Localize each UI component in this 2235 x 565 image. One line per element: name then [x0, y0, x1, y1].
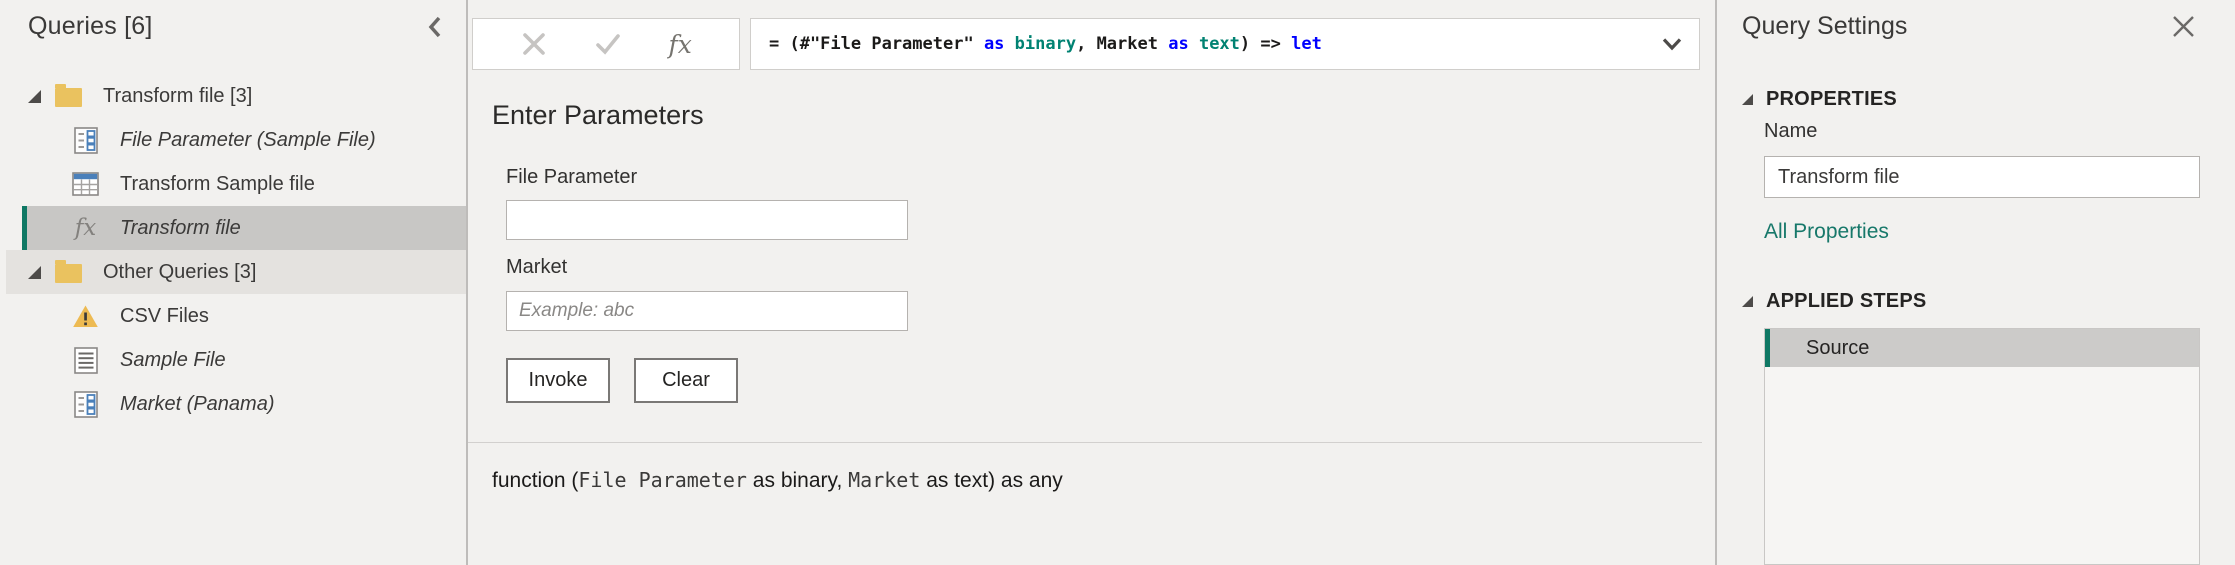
query-settings-title: Query Settings	[1742, 12, 1907, 41]
cancel-x-icon	[520, 30, 548, 58]
folder-icon	[55, 85, 82, 107]
queries-pane-header: Queries [6]	[28, 12, 450, 41]
tree-item-transform-file[interactable]: fx Transform file	[22, 206, 466, 250]
applied-steps-list: Source	[1764, 328, 2200, 565]
parameter-icon	[72, 391, 99, 418]
properties-section-header[interactable]: PROPERTIES	[1742, 88, 1897, 111]
function-signature: function (File Parameter as binary, Mark…	[492, 468, 1063, 493]
main-content: fx = (#"File Parameter" as binary, Marke…	[468, 0, 1715, 565]
tree-item-label: Transform Sample file	[120, 173, 315, 196]
tree-item-label: Transform file [3]	[103, 85, 252, 108]
name-label: Name	[1764, 120, 1817, 143]
close-icon	[2170, 13, 2197, 40]
formula-text: = (#"File Parameter" as binary, Market a…	[769, 34, 1653, 54]
close-pane-button[interactable]	[2170, 13, 2197, 40]
tree-item-other-queries-folder[interactable]: Other Queries [3]	[6, 250, 466, 294]
tree-item-transform-file-folder[interactable]: Transform file [3]	[0, 74, 466, 118]
function-fx-icon: fx	[72, 217, 99, 240]
tree-item-file-parameter[interactable]: File Parameter (Sample File)	[0, 118, 466, 162]
add-function-button[interactable]: fx	[669, 32, 692, 57]
query-settings-header: Query Settings	[1742, 12, 2205, 41]
chevron-down-icon	[1661, 37, 1683, 51]
formula-bar: fx = (#"File Parameter" as binary, Marke…	[472, 18, 1700, 70]
collapse-triangle-icon	[1742, 296, 1753, 307]
checkmark-icon	[594, 30, 622, 58]
accept-formula-button[interactable]	[594, 30, 622, 58]
power-query-editor: Queries [6] Transform file [3]	[0, 0, 2235, 565]
parameter-icon	[72, 127, 99, 154]
clear-button[interactable]: Clear	[634, 358, 738, 403]
divider	[468, 442, 1702, 443]
expand-formula-bar-button[interactable]	[1661, 37, 1683, 51]
query-settings-pane: Query Settings PROPERTIES Name All Prope…	[1715, 0, 2235, 565]
file-parameter-input[interactable]	[506, 200, 908, 240]
file-parameter-label: File Parameter	[506, 166, 637, 189]
tree-item-market-panama[interactable]: Market (Panama)	[0, 382, 466, 426]
tree-item-label: Sample File	[120, 349, 226, 372]
tree-item-label: File Parameter (Sample File)	[120, 129, 376, 152]
tree-item-label: Transform file	[120, 217, 241, 240]
queries-pane: Queries [6] Transform file [3]	[0, 0, 468, 565]
collapse-pane-button[interactable]	[426, 15, 444, 39]
tree-item-transform-sample-file[interactable]: Transform Sample file	[0, 162, 466, 206]
document-icon	[72, 347, 99, 374]
applied-steps-title: APPLIED STEPS	[1766, 290, 1926, 313]
tree-item-label: Other Queries [3]	[103, 261, 256, 284]
tree-item-sample-file[interactable]: Sample File	[0, 338, 466, 382]
table-icon	[72, 172, 99, 196]
fx-icon: fx	[669, 30, 692, 59]
collapse-triangle-icon	[1742, 94, 1753, 105]
queries-pane-title: Queries [6]	[28, 12, 152, 41]
parameter-buttons: Invoke Clear	[506, 358, 738, 403]
market-label: Market	[506, 256, 567, 279]
market-input[interactable]	[506, 291, 908, 331]
expand-triangle-icon[interactable]	[28, 90, 41, 103]
tree-item-csv-files[interactable]: CSV Files	[0, 294, 466, 338]
all-properties-link[interactable]: All Properties	[1764, 220, 1889, 244]
step-source[interactable]: Source	[1765, 329, 2199, 367]
cancel-formula-button[interactable]	[520, 30, 548, 58]
tree-item-label: Market (Panama)	[120, 393, 275, 416]
folder-icon	[55, 261, 82, 283]
properties-title: PROPERTIES	[1766, 88, 1897, 111]
tree-item-label: CSV Files	[120, 305, 209, 328]
chevron-left-icon	[426, 15, 444, 39]
warning-icon	[72, 304, 99, 329]
query-name-input[interactable]	[1764, 156, 2200, 198]
queries-tree: Transform file [3] File Parameter (Sampl…	[0, 74, 466, 426]
expand-triangle-icon[interactable]	[28, 266, 41, 279]
invoke-button[interactable]: Invoke	[506, 358, 610, 403]
step-label: Source	[1806, 337, 1869, 360]
enter-parameters-title: Enter Parameters	[492, 100, 704, 131]
formula-bar-buttons: fx	[472, 18, 740, 70]
formula-input[interactable]: = (#"File Parameter" as binary, Market a…	[750, 18, 1700, 70]
applied-steps-section-header[interactable]: APPLIED STEPS	[1742, 290, 1926, 313]
